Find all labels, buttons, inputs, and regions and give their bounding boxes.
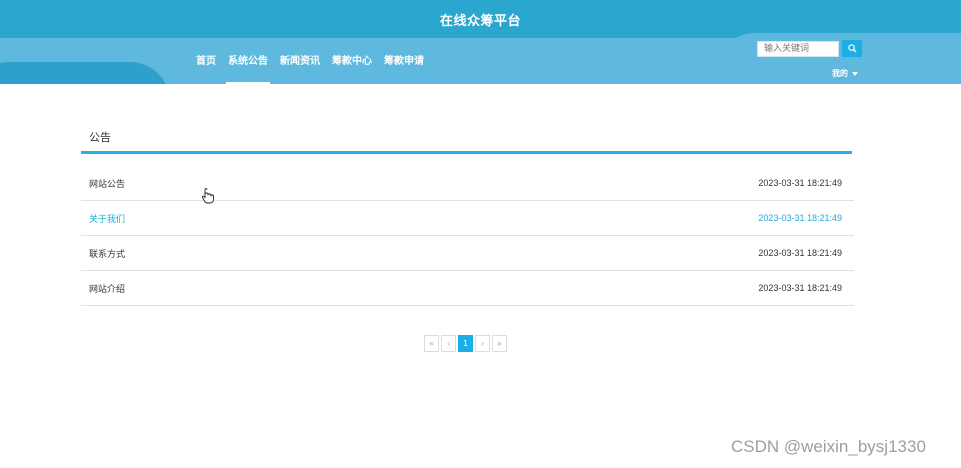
header-left-curve (0, 62, 170, 84)
pagination: « ‹ 1 › » (424, 335, 507, 352)
notice-date: 2023-03-31 18:21:49 (758, 178, 842, 188)
notice-title[interactable]: 网站介绍 (89, 282, 125, 295)
notice-date: 2023-03-31 18:21:49 (758, 213, 842, 223)
nav-system-notice[interactable]: 系统公告 (222, 54, 274, 84)
list-item[interactable]: 联系方式 2023-03-31 18:21:49 (81, 236, 854, 271)
nav-fundraising-center[interactable]: 筹款中心 (326, 54, 378, 84)
page-button-current[interactable]: 1 (458, 335, 473, 352)
chevron-down-icon (852, 71, 858, 76)
watermark: CSDN @weixin_bysj1330 (731, 437, 926, 456)
hand-cursor-icon (201, 188, 214, 204)
notice-title[interactable]: 关于我们 (89, 212, 125, 225)
nav-news[interactable]: 新闻资讯 (274, 54, 326, 84)
main-nav: 首页 系统公告 新闻资讯 筹款中心 筹款申请 (190, 54, 430, 84)
list-item[interactable]: 网站公告 2023-03-31 18:21:49 (81, 166, 854, 201)
notice-list: 网站公告 2023-03-31 18:21:49 关于我们 2023-03-31… (81, 166, 854, 306)
site-header: 在线众筹平台 首页 系统公告 新闻资讯 筹款中心 筹款申请 输入关键词 我的 (0, 0, 961, 84)
notice-title[interactable]: 网站公告 (89, 177, 125, 190)
notice-date: 2023-03-31 18:21:49 (758, 283, 842, 293)
notice-title[interactable]: 联系方式 (89, 247, 125, 260)
site-title: 在线众筹平台 (439, 14, 521, 29)
nav-home[interactable]: 首页 (190, 54, 222, 84)
user-menu-label: 我的 (832, 69, 848, 78)
first-page-button[interactable]: « (424, 335, 439, 352)
search-input[interactable]: 输入关键词 (757, 41, 839, 57)
user-menu[interactable]: 我的 (832, 68, 858, 79)
prev-page-button[interactable]: ‹ (441, 335, 456, 352)
section-title: 公告 (89, 131, 111, 144)
last-page-button[interactable]: » (492, 335, 507, 352)
list-item[interactable]: 网站介绍 2023-03-31 18:21:49 (81, 271, 854, 306)
notice-date: 2023-03-31 18:21:49 (758, 248, 842, 258)
list-item[interactable]: 关于我们 2023-03-31 18:21:49 (81, 201, 854, 236)
search-button[interactable] (842, 40, 862, 57)
next-page-button[interactable]: › (475, 335, 490, 352)
nav-fundraising-apply[interactable]: 筹款申请 (378, 54, 430, 84)
section-title-underline (81, 151, 852, 154)
search-icon (847, 44, 857, 53)
